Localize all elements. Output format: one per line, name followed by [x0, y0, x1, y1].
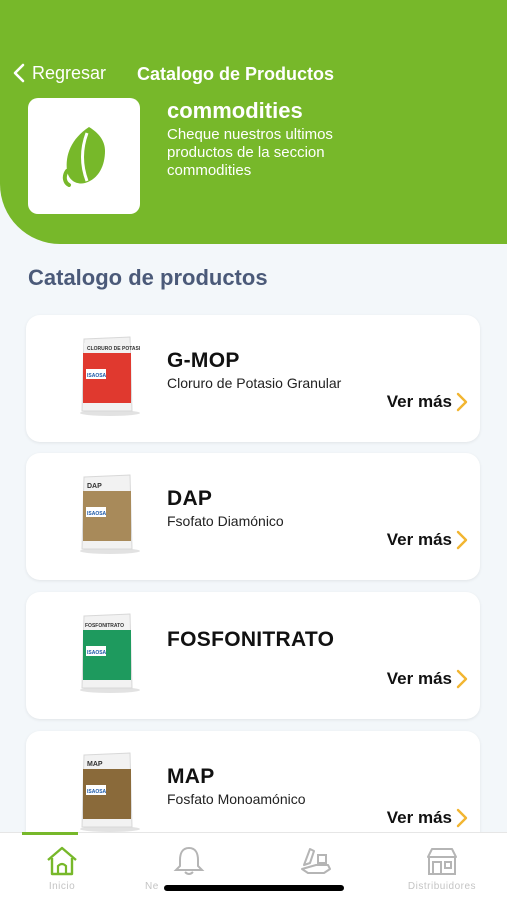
- product-name: FOSFONITRATO: [167, 628, 335, 651]
- home-icon: [47, 846, 77, 876]
- shipping-icon: [301, 848, 331, 874]
- bell-icon: [173, 846, 205, 875]
- tab-label: Inicio: [48, 881, 76, 892]
- see-more-label: Ver más: [386, 669, 452, 688]
- chevron-left-icon: [13, 63, 25, 83]
- svg-text:ISAOSA: ISAOSA: [87, 650, 107, 656]
- see-more-label: Ver más: [386, 808, 452, 827]
- product-card[interactable]: CLORURO DE POTASIO ISAOSA G-MOP Cloruro …: [26, 315, 480, 442]
- tab-inicio[interactable]: Inicio: [14, 845, 110, 892]
- see-more-label: Ver más: [386, 392, 452, 411]
- product-card[interactable]: FOSFONITRATO ISAOSA FOSFONITRATO Ver más: [26, 592, 480, 719]
- tab-label: Ne: [145, 881, 159, 892]
- see-more-button[interactable]: Ver más: [387, 530, 468, 550]
- tab-active-indicator: [22, 832, 78, 835]
- chevron-right-icon: [456, 669, 468, 689]
- category-description: Cheque nuestros ultimos productos de la …: [167, 126, 333, 179]
- back-button[interactable]: Regresar: [12, 62, 106, 84]
- product-bag-image: FOSFONITRATO ISAOSA: [80, 613, 140, 693]
- svg-text:ISAOSA: ISAOSA: [87, 373, 107, 379]
- chevron-right-icon: [456, 392, 468, 412]
- home-indicator: [164, 885, 344, 891]
- store-icon: [427, 848, 457, 875]
- section-title: Catalogo de productos: [28, 265, 268, 290]
- product-bag-image: DAP ISAOSA: [80, 474, 140, 554]
- nav-title: Catalogo de Productos: [137, 64, 335, 84]
- tab-envios[interactable]: [268, 845, 364, 881]
- product-description: Fosfato Monoamónico: [167, 791, 306, 807]
- svg-text:ISAOSA: ISAOSA: [87, 789, 107, 795]
- category-title: commodities: [167, 98, 303, 123]
- see-more-button[interactable]: Ver más: [387, 808, 468, 828]
- product-bag-image: MAP ISAOSA: [80, 752, 140, 832]
- product-description: Cloruro de Potasio Granular: [167, 375, 342, 391]
- product-name: DAP: [167, 487, 213, 510]
- svg-text:CLORURO DE POTASIO: CLORURO DE POTASIO: [87, 346, 140, 352]
- product-description: Fsofato Diamónico: [167, 513, 284, 529]
- category-icon-box: [28, 98, 140, 214]
- back-label: Regresar: [32, 62, 107, 83]
- see-more-button[interactable]: Ver más: [387, 392, 468, 412]
- leaf-icon: [62, 127, 105, 187]
- svg-text:FOSFONITRATO: FOSFONITRATO: [85, 623, 124, 629]
- svg-text:ISAOSA: ISAOSA: [87, 511, 107, 517]
- svg-text:DAP: DAP: [87, 483, 102, 490]
- product-bag-image: CLORURO DE POTASIO ISAOSA: [80, 336, 140, 416]
- product-name: G-MOP: [167, 349, 240, 372]
- see-more-button[interactable]: Ver más: [387, 669, 468, 689]
- tab-distribuidores[interactable]: Distribuidores: [394, 845, 490, 892]
- product-name: MAP: [167, 765, 215, 788]
- chevron-right-icon: [456, 530, 468, 550]
- see-more-label: Ver más: [386, 530, 452, 549]
- chevron-right-icon: [456, 808, 468, 828]
- svg-text:MAP: MAP: [87, 761, 103, 768]
- tab-label: Distribuidores: [407, 881, 477, 892]
- product-card[interactable]: DAP ISAOSA DAP Fsofato Diamónico Ver más: [26, 453, 480, 580]
